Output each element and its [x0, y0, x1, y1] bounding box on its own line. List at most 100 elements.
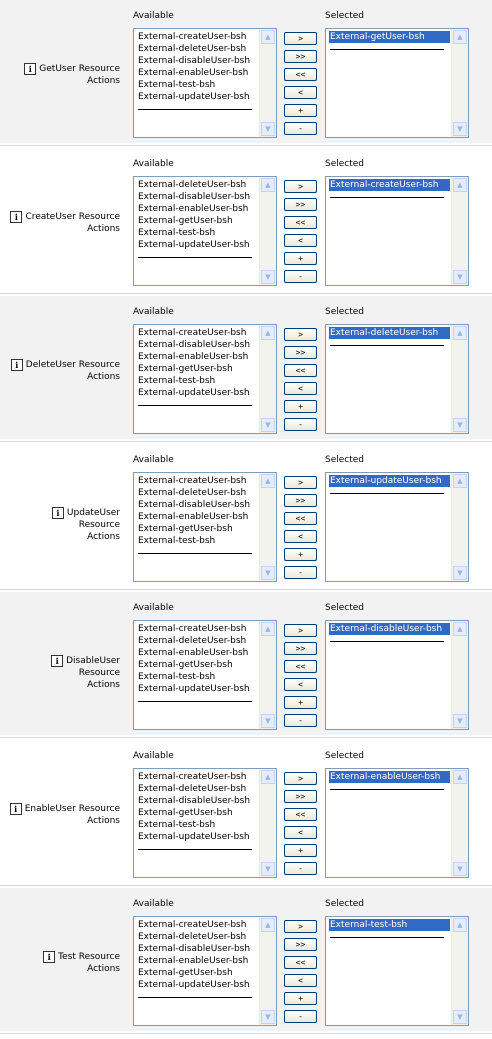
scroll-down-arrow-icon[interactable]: ▼ [453, 270, 467, 284]
selected-listbox[interactable]: External-enableUser-bsh ▲ ▼ [325, 768, 469, 878]
info-icon[interactable]: i [10, 359, 23, 371]
scroll-down-arrow-icon[interactable]: ▼ [261, 418, 275, 432]
scroll-down-arrow-icon[interactable]: ▼ [453, 862, 467, 876]
move-up-button[interactable]: + [284, 844, 317, 857]
available-option[interactable]: External-createUser-bsh [137, 771, 258, 783]
available-option[interactable]: External-deleteUser-bsh [137, 635, 258, 647]
scroll-up-arrow-icon[interactable]: ▲ [261, 622, 275, 636]
available-option[interactable]: External-createUser-bsh [137, 919, 258, 931]
available-option[interactable]: External-test-bsh [137, 79, 258, 91]
move-all-right-button[interactable]: >> [284, 642, 317, 655]
available-option[interactable]: External-updateUser-bsh [137, 979, 258, 991]
move-all-right-button[interactable]: >> [284, 346, 317, 359]
move-all-left-button[interactable]: << [284, 660, 317, 673]
scroll-up-arrow-icon[interactable]: ▲ [453, 178, 467, 192]
available-option[interactable]: External-test-bsh [137, 819, 258, 831]
scroll-up-arrow-icon[interactable]: ▲ [453, 622, 467, 636]
scroll-down-arrow-icon[interactable]: ▼ [453, 1010, 467, 1024]
available-option[interactable]: External-getUser-bsh [137, 363, 258, 375]
move-left-button[interactable]: < [284, 86, 317, 99]
listbox-scrollbar[interactable]: ▲ ▼ [451, 325, 468, 433]
scroll-down-arrow-icon[interactable]: ▼ [453, 714, 467, 728]
move-up-button[interactable]: + [284, 696, 317, 709]
selected-listbox[interactable]: External-deleteUser-bsh ▲ ▼ [325, 324, 469, 434]
move-right-button[interactable]: > [284, 328, 317, 341]
selected-option[interactable]: External-updateUser-bsh [329, 475, 450, 487]
available-listbox[interactable]: External-deleteUser-bsh External-disableU… [133, 176, 277, 286]
scroll-down-arrow-icon[interactable]: ▼ [453, 566, 467, 580]
scroll-down-arrow-icon[interactable]: ▼ [261, 122, 275, 136]
available-option[interactable]: External-getUser-bsh [137, 967, 258, 979]
info-icon[interactable]: i [24, 63, 37, 75]
move-right-button[interactable]: > [284, 32, 317, 45]
scroll-up-arrow-icon[interactable]: ▲ [261, 178, 275, 192]
available-option[interactable]: External-enableUser-bsh [137, 511, 258, 523]
scroll-up-arrow-icon[interactable]: ▲ [261, 326, 275, 340]
available-option[interactable]: External-deleteUser-bsh [137, 179, 258, 191]
scroll-up-arrow-icon[interactable]: ▲ [453, 474, 467, 488]
scroll-up-arrow-icon[interactable]: ▲ [261, 918, 275, 932]
available-option[interactable]: External-enableUser-bsh [137, 67, 258, 79]
selected-option[interactable]: External-disableUser-bsh [329, 623, 450, 635]
move-up-button[interactable]: + [284, 104, 317, 117]
available-listbox[interactable]: External-createUser-bsh External-disableU… [133, 324, 277, 434]
listbox-scrollbar[interactable]: ▲ ▼ [451, 917, 468, 1025]
move-left-button[interactable]: < [284, 974, 317, 987]
info-icon[interactable]: i [51, 655, 64, 667]
available-option[interactable]: External-updateUser-bsh [137, 831, 258, 843]
move-left-button[interactable]: < [284, 826, 317, 839]
scroll-up-arrow-icon[interactable]: ▲ [453, 30, 467, 44]
available-option[interactable]: External-getUser-bsh [137, 659, 258, 671]
available-option[interactable]: External-createUser-bsh [137, 31, 258, 43]
listbox-scrollbar[interactable]: ▲ ▼ [451, 621, 468, 729]
selected-listbox[interactable]: External-updateUser-bsh ▲ ▼ [325, 472, 469, 582]
available-option[interactable]: External-disableUser-bsh [137, 55, 258, 67]
listbox-scrollbar[interactable]: ▲ ▼ [451, 29, 468, 137]
info-icon[interactable]: i [43, 951, 56, 963]
available-option[interactable]: External-deleteUser-bsh [137, 783, 258, 795]
move-up-button[interactable]: + [284, 548, 317, 561]
selected-listbox[interactable]: External-getUser-bsh ▲ ▼ [325, 28, 469, 138]
listbox-scrollbar[interactable]: ▲ ▼ [259, 473, 276, 581]
selected-option[interactable]: External-getUser-bsh [329, 31, 450, 43]
available-option[interactable]: External-test-bsh [137, 375, 258, 387]
selected-listbox[interactable]: External-disableUser-bsh ▲ ▼ [325, 620, 469, 730]
available-option[interactable]: External-enableUser-bsh [137, 955, 258, 967]
available-option[interactable]: External-test-bsh [137, 227, 258, 239]
available-option[interactable]: External-createUser-bsh [137, 475, 258, 487]
scroll-up-arrow-icon[interactable]: ▲ [261, 474, 275, 488]
available-option[interactable]: External-deleteUser-bsh [137, 931, 258, 943]
move-up-button[interactable]: + [284, 400, 317, 413]
move-up-button[interactable]: + [284, 252, 317, 265]
move-down-button[interactable]: - [284, 418, 317, 431]
scroll-up-arrow-icon[interactable]: ▲ [261, 770, 275, 784]
available-option[interactable]: External-enableUser-bsh [137, 351, 258, 363]
listbox-scrollbar[interactable]: ▲ ▼ [259, 621, 276, 729]
scroll-up-arrow-icon[interactable]: ▲ [453, 918, 467, 932]
available-option[interactable]: External-createUser-bsh [137, 327, 258, 339]
available-option[interactable]: External-updateUser-bsh [137, 387, 258, 399]
scroll-down-arrow-icon[interactable]: ▼ [261, 270, 275, 284]
move-down-button[interactable]: - [284, 862, 317, 875]
move-down-button[interactable]: - [284, 1010, 317, 1023]
move-down-button[interactable]: - [284, 122, 317, 135]
available-option[interactable]: External-enableUser-bsh [137, 203, 258, 215]
scroll-down-arrow-icon[interactable]: ▼ [261, 714, 275, 728]
move-all-left-button[interactable]: << [284, 808, 317, 821]
available-option[interactable]: External-disableUser-bsh [137, 339, 258, 351]
available-option[interactable]: External-getUser-bsh [137, 523, 258, 535]
listbox-scrollbar[interactable]: ▲ ▼ [451, 473, 468, 581]
available-option[interactable]: External-deleteUser-bsh [137, 487, 258, 499]
scroll-down-arrow-icon[interactable]: ▼ [261, 1010, 275, 1024]
selected-option[interactable]: External-enableUser-bsh [329, 771, 450, 783]
move-down-button[interactable]: - [284, 566, 317, 579]
available-option[interactable]: External-getUser-bsh [137, 215, 258, 227]
move-right-button[interactable]: > [284, 920, 317, 933]
available-option[interactable]: External-enableUser-bsh [137, 647, 258, 659]
move-all-left-button[interactable]: << [284, 68, 317, 81]
listbox-scrollbar[interactable]: ▲ ▼ [259, 177, 276, 285]
available-option[interactable]: External-deleteUser-bsh [137, 43, 258, 55]
move-all-right-button[interactable]: >> [284, 790, 317, 803]
scroll-down-arrow-icon[interactable]: ▼ [453, 122, 467, 136]
listbox-scrollbar[interactable]: ▲ ▼ [259, 769, 276, 877]
